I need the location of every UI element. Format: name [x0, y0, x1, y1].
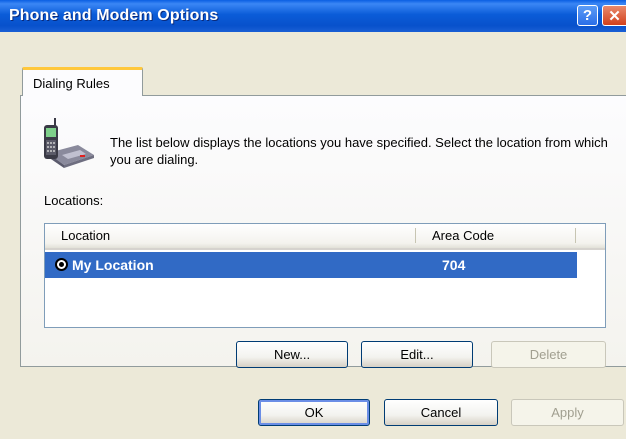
- new-button[interactable]: New...: [236, 341, 348, 368]
- title-bar[interactable]: Phone and Modem Options ? ✕: [0, 0, 626, 32]
- ok-button[interactable]: OK: [258, 399, 370, 426]
- edit-button[interactable]: Edit...: [361, 341, 473, 368]
- cancel-button[interactable]: Cancel: [384, 399, 498, 426]
- column-header-area-code[interactable]: Area Code: [432, 228, 494, 243]
- list-item[interactable]: My Location 704: [45, 252, 577, 278]
- close-icon: ✕: [608, 7, 621, 25]
- selected-radio-icon[interactable]: [55, 258, 68, 271]
- column-divider[interactable]: [415, 228, 416, 243]
- window-title: Phone and Modem Options: [9, 7, 219, 24]
- locations-list[interactable]: Location Area Code My Location 704: [44, 223, 606, 328]
- column-header-location[interactable]: Location: [61, 228, 110, 243]
- column-divider[interactable]: [575, 228, 576, 243]
- phone-modem-icon: [44, 118, 94, 168]
- close-button[interactable]: ✕: [602, 5, 626, 26]
- description-text: The list below displays the locations yo…: [110, 135, 608, 167]
- locations-label: Locations:: [44, 193, 104, 208]
- delete-button[interactable]: Delete: [491, 341, 606, 368]
- tab-dialing-rules[interactable]: Dialing Rules: [22, 67, 143, 96]
- list-header: Location Area Code: [45, 224, 605, 250]
- help-button[interactable]: ?: [577, 5, 598, 26]
- help-icon: ?: [582, 7, 593, 24]
- area-code: 704: [442, 257, 466, 273]
- apply-button[interactable]: Apply: [511, 399, 624, 426]
- location-name: My Location: [72, 257, 154, 273]
